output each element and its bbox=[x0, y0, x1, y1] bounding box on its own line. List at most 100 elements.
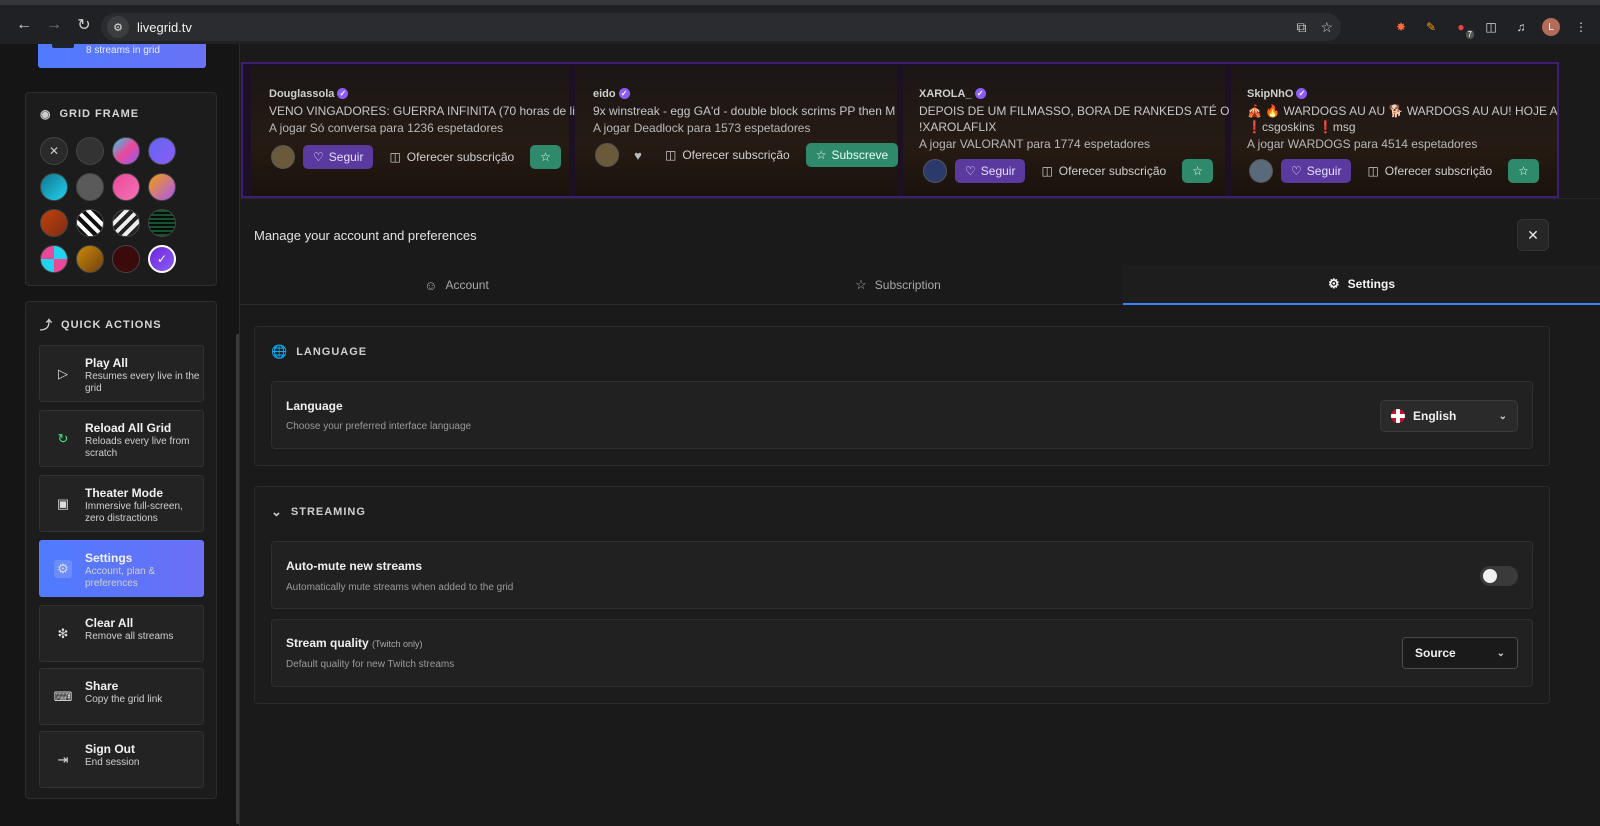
menu-kebab-icon[interactable]: ⋮ bbox=[1572, 18, 1590, 36]
frame-swatch-violet-selected[interactable]: ✓ bbox=[148, 245, 176, 273]
stream-title: 🎪 🔥 WARDOGS AU AU 🐕 WARDOGS AU AU! HOJE … bbox=[1247, 104, 1559, 118]
clear-all-desc: Remove all streams bbox=[85, 631, 174, 642]
reload-page-icon[interactable]: ↻ bbox=[70, 11, 98, 39]
settings-desc: Account, plan & preferences bbox=[85, 566, 156, 589]
stream-title: VENO VINGADORES: GUERRA INFINITA (70 hor… bbox=[269, 104, 588, 118]
settings-label: Settings bbox=[85, 551, 133, 565]
gift-sub-button[interactable]: ◫ Oferecer subscrição bbox=[381, 145, 522, 169]
frame-swatch-blue-purple[interactable] bbox=[148, 137, 176, 165]
reload-icon: ↻ bbox=[57, 431, 69, 446]
follow-button[interactable]: ♡ Seguir bbox=[1281, 159, 1352, 183]
globe-icon: 🌐 bbox=[271, 344, 289, 359]
play-all-button[interactable]: ▷ Play All Resumes every live in the gri… bbox=[39, 345, 204, 402]
grid-frame-panel: ◉ GRID FRAME ✕ ✓ bbox=[25, 92, 217, 286]
language-select[interactable]: English ⌄ bbox=[1380, 400, 1518, 432]
reload-all-button[interactable]: ↻ Reload All Grid Reloads every live fro… bbox=[39, 410, 204, 467]
extension-badge-icon[interactable]: ● 7 bbox=[1452, 18, 1474, 39]
frame-swatch-copper[interactable] bbox=[40, 209, 68, 237]
back-icon[interactable]: ← bbox=[10, 11, 38, 39]
frame-swatch-cyan-pink-quad[interactable] bbox=[40, 245, 68, 273]
profile-avatar[interactable]: L bbox=[1542, 18, 1560, 36]
language-row-desc: Choose your preferred interface language bbox=[286, 421, 472, 432]
frame-swatch-none[interactable]: ✕ bbox=[40, 137, 68, 165]
address-bar[interactable]: ⚙ livegrid.tv ⧉ ☆ bbox=[101, 13, 1341, 41]
stream-title: 9x winstreak - egg GA'd - double block s… bbox=[593, 104, 896, 118]
gift-sub-button[interactable]: ◫ Oferecer subscrição bbox=[1033, 159, 1174, 183]
frame-swatches: ✕ ✓ bbox=[40, 137, 176, 273]
share-desc: Copy the grid link bbox=[85, 694, 163, 705]
stream-title-line2: !XAROLAFLIX bbox=[919, 120, 997, 134]
frame-swatch-zebra-2[interactable] bbox=[112, 209, 140, 237]
tab-account[interactable]: ☺ Account bbox=[240, 265, 673, 305]
stream-quality-select[interactable]: Source ⌄ bbox=[1402, 637, 1518, 669]
forward-icon[interactable]: → bbox=[40, 11, 68, 39]
heart-icon[interactable]: ♥ bbox=[627, 143, 649, 167]
channel-avatar[interactable] bbox=[1249, 159, 1273, 183]
heart-icon: ♡ bbox=[1291, 164, 1302, 178]
channel-avatar[interactable] bbox=[923, 159, 947, 183]
gift-sub-button[interactable]: ◫ Oferecer subscrição bbox=[657, 143, 798, 167]
subscribe-button[interactable]: ☆ bbox=[530, 145, 561, 169]
frame-swatch-green-lines[interactable] bbox=[148, 209, 176, 237]
automute-toggle[interactable] bbox=[1480, 566, 1518, 586]
chevron-down-icon: ⌄ bbox=[1498, 410, 1507, 422]
frame-swatch-gradient-cyan-pink[interactable] bbox=[112, 137, 140, 165]
gear-icon: ⚙ bbox=[54, 560, 72, 578]
install-app-icon[interactable]: ⧉ bbox=[1296, 19, 1306, 36]
sign-out-button[interactable]: ⇥ Sign Out End session bbox=[39, 731, 204, 788]
frame-swatch-gold[interactable] bbox=[76, 245, 104, 273]
frame-swatch-zebra[interactable] bbox=[76, 209, 104, 237]
share-label: Share bbox=[85, 679, 119, 693]
gear-icon: ⚙ bbox=[1328, 276, 1340, 291]
share-button[interactable]: ⌨ Share Copy the grid link bbox=[39, 668, 204, 725]
grid-frame-title-text: GRID FRAME bbox=[59, 108, 140, 120]
stream-tile-eido[interactable]: eido ✓ 9x winstreak - egg GA'd - double b… bbox=[575, 66, 899, 196]
extensions-puzzle-icon[interactable]: ◫ bbox=[1482, 18, 1500, 36]
subscribe-button[interactable]: ☆ bbox=[1182, 159, 1213, 183]
stream-tile-skipnho[interactable]: SkipNhO ✓ 🎪 🔥 WARDOGS AU AU 🐕 WARDOGS AU … bbox=[1231, 66, 1557, 196]
stream-tile-douglassola[interactable]: Douglassola ✓ VENO VINGADORES: GUERRA INF… bbox=[251, 66, 588, 196]
stream-quality-note: (Twitch only) bbox=[372, 639, 423, 649]
follow-button[interactable]: ♡ Seguir bbox=[955, 159, 1026, 183]
frame-swatch-gray[interactable] bbox=[76, 173, 104, 201]
sign-out-label: Sign Out bbox=[85, 742, 135, 756]
follow-button[interactable]: ♡ Seguir bbox=[303, 145, 374, 169]
gift-sub-button[interactable]: ◫ Oferecer subscrição bbox=[1359, 159, 1500, 183]
site-info-icon[interactable]: ⚙ bbox=[107, 16, 129, 38]
theater-mode-button[interactable]: ▣ Theater Mode Immersive full-screen, ze… bbox=[39, 475, 204, 532]
stream-tile-xarola[interactable]: XAROLA_ ✓ DEPOIS DE UM FILMASSO, BORA DE … bbox=[903, 66, 1242, 196]
channel-avatar[interactable] bbox=[271, 145, 295, 169]
subscribe-button[interactable]: ☆ bbox=[1508, 159, 1539, 183]
reload-all-label: Reload All Grid bbox=[85, 421, 172, 435]
tab-subscription[interactable]: ☆ Subscription bbox=[673, 265, 1123, 305]
channel-avatar[interactable] bbox=[595, 143, 619, 167]
gift-icon: ◫ bbox=[665, 148, 677, 162]
palette-icon: ◉ bbox=[40, 107, 52, 121]
close-modal-button[interactable]: ✕ bbox=[1517, 219, 1549, 251]
automute-desc: Automatically mute streams when added to… bbox=[286, 582, 514, 593]
streams-count-card[interactable]: 8 streams in grid bbox=[38, 44, 206, 68]
language-selected-value: English bbox=[1413, 409, 1457, 423]
extension-burst-icon[interactable]: ✸ bbox=[1392, 18, 1410, 36]
verified-icon: ✓ bbox=[974, 88, 986, 99]
frame-swatch-orange-purple[interactable] bbox=[148, 173, 176, 201]
sign-out-icon: ⇥ bbox=[57, 752, 69, 767]
frame-swatch-teal[interactable] bbox=[40, 173, 68, 201]
frame-swatch-dark-red[interactable] bbox=[112, 245, 140, 273]
stream-subtitle: A jogar Deadlock para 1573 espetadores bbox=[593, 121, 811, 135]
url-text[interactable]: livegrid.tv bbox=[137, 20, 192, 35]
stream-subtitle: A jogar WARDOGS para 4514 espetadores bbox=[1247, 137, 1478, 151]
uk-flag-icon bbox=[1391, 409, 1405, 423]
play-all-desc: Resumes every live in the grid bbox=[85, 371, 200, 394]
settings-button[interactable]: ⚙ Settings Account, plan & preferences bbox=[39, 540, 204, 597]
frame-swatch-dark[interactable] bbox=[76, 137, 104, 165]
media-controls-icon[interactable]: ♫ bbox=[1512, 18, 1530, 36]
close-icon: ✕ bbox=[1527, 226, 1539, 243]
tab-settings[interactable]: ⚙ Settings bbox=[1123, 265, 1600, 305]
subscribe-button[interactable]: ☆ Subscreve bbox=[805, 143, 899, 167]
clear-all-button[interactable]: ❇ Clear All Remove all streams bbox=[39, 605, 204, 662]
verified-icon: ✓ bbox=[337, 88, 349, 99]
frame-swatch-pink-magenta[interactable] bbox=[112, 173, 140, 201]
extension-pen-icon[interactable]: ✎ bbox=[1422, 18, 1440, 36]
bookmark-star-icon[interactable]: ☆ bbox=[1320, 19, 1333, 36]
